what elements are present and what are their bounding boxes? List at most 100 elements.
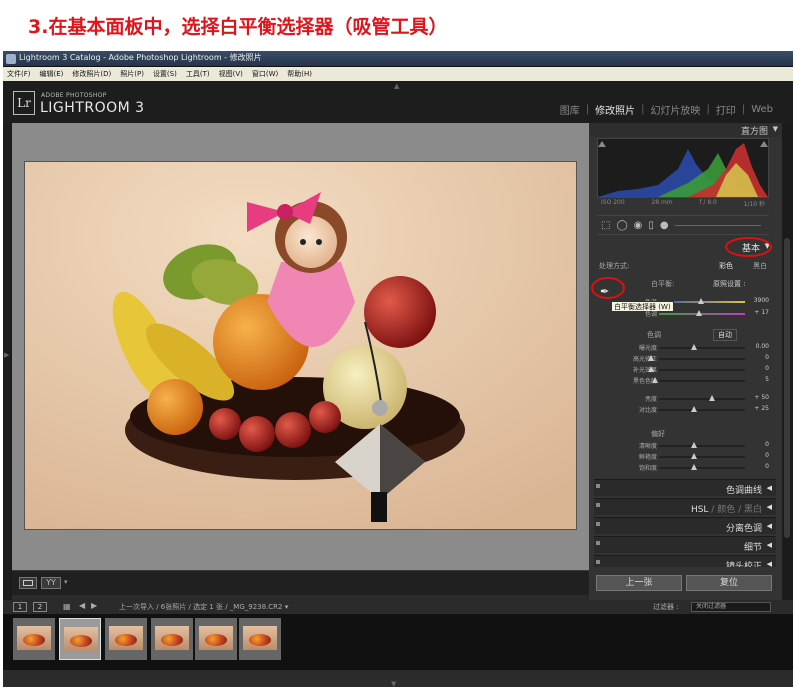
reset-button[interactable]: 复位 (686, 575, 772, 591)
brightness-knob[interactable] (709, 395, 715, 401)
fill-light-knob[interactable] (648, 366, 654, 372)
menu-develop[interactable]: 修改照片(D) (72, 69, 111, 79)
clarity-value[interactable]: 0 (765, 441, 769, 448)
blacks-value[interactable]: 5 (765, 376, 769, 383)
crop-icon[interactable]: ⬚ (601, 220, 610, 231)
recovery-value[interactable]: 0 (765, 354, 769, 361)
treatment-color-button[interactable]: 彩色 (719, 261, 733, 271)
grid-icon[interactable]: ▦ (63, 602, 71, 611)
graduated-filter-icon[interactable]: ▯ (648, 220, 654, 231)
clarity-track[interactable] (659, 445, 745, 447)
panel-scrollbar[interactable] (784, 238, 790, 538)
menu-settings[interactable]: 设置(S) (153, 69, 177, 79)
menu-view[interactable]: 视图(V) (219, 69, 243, 79)
left-panel-edge[interactable]: ▶ (3, 123, 12, 645)
blacks-knob[interactable] (652, 377, 658, 383)
filmstrip-thumbnail[interactable] (239, 618, 281, 660)
fill-light-value[interactable]: 0 (765, 365, 769, 372)
filter-select[interactable]: 关闭过滤器 (691, 602, 771, 612)
red-eye-icon[interactable]: ◉ (634, 220, 643, 231)
bw-tab[interactable]: 黑白 (744, 505, 762, 515)
wb-preset-select[interactable]: 原照设置 : (713, 279, 746, 289)
right-panel-edge[interactable] (782, 123, 793, 645)
vibrance-track[interactable] (659, 456, 745, 458)
tint-knob[interactable] (696, 310, 702, 316)
compare-view-button[interactable]: YY (41, 577, 61, 589)
tint-track[interactable] (659, 313, 745, 315)
filmstrip-source[interactable]: 上一次导入 / 6张照片 / 选定 1 张 / _MG_9238.CR2 ▾ (119, 602, 288, 612)
secondary-window-button[interactable]: 2 (33, 602, 47, 612)
filmstrip-thumbnail[interactable] (105, 618, 147, 660)
vibrance-value[interactable]: 0 (765, 452, 769, 459)
expand-left-icon[interactable]: ▶ (4, 351, 9, 359)
exposure-track[interactable] (659, 347, 745, 349)
contrast-knob[interactable] (691, 406, 697, 412)
expand-triangle-icon: ◀ (766, 484, 772, 492)
vibrance-knob[interactable] (691, 453, 697, 459)
temp-knob[interactable] (698, 298, 704, 304)
menu-file[interactable]: 文件(F) (7, 69, 31, 79)
clarity-knob[interactable] (691, 442, 697, 448)
module-print[interactable]: 打印 (716, 102, 736, 117)
fill-light-track[interactable] (659, 369, 745, 371)
brightness-value[interactable]: + 50 (754, 394, 769, 401)
filmstrip-thumbnail[interactable] (13, 618, 55, 660)
auto-tone-button[interactable]: 自动 (713, 329, 737, 341)
brightness-track[interactable] (659, 398, 745, 400)
histogram-header[interactable]: 直方图 ▼ (589, 123, 782, 137)
contrast-value[interactable]: + 25 (754, 405, 769, 412)
vibrance-slider-row: 鲜艳度 0 (599, 452, 771, 462)
panel-switch-icon[interactable] (596, 484, 600, 488)
module-slideshow[interactable]: 幻灯片放映 (650, 102, 700, 117)
exposure-value[interactable]: 0.00 (756, 343, 769, 350)
menu-tools[interactable]: 工具(T) (186, 69, 210, 79)
expand-triangle-icon: ◀ (766, 541, 772, 549)
menu-photo[interactable]: 照片(P) (120, 69, 144, 79)
blacks-track[interactable] (659, 380, 745, 382)
panel-split-toning[interactable]: 分离色调 ◀ (594, 517, 776, 534)
tint-value[interactable]: + 17 (754, 309, 769, 316)
photo-preview[interactable] (24, 161, 577, 530)
contrast-track[interactable] (659, 409, 745, 411)
menu-edit[interactable]: 编辑(E) (40, 69, 64, 79)
module-library[interactable]: 图库 (560, 102, 580, 117)
menu-help[interactable]: 帮助(H) (287, 69, 312, 79)
exposure-knob[interactable] (691, 344, 697, 350)
hsl-tab[interactable]: HSL (691, 505, 709, 515)
loupe-view-button[interactable] (19, 577, 37, 589)
saturation-knob[interactable] (691, 464, 697, 470)
thumbnail-image (243, 626, 277, 650)
panel-switch-icon[interactable] (596, 503, 600, 507)
recovery-track[interactable] (659, 358, 745, 360)
panel-lens-corrections[interactable]: 镜头校正 ◀ (594, 555, 776, 567)
filmstrip-thumbnail[interactable] (151, 618, 193, 660)
saturation-value[interactable]: 0 (765, 463, 769, 470)
menu-window[interactable]: 窗口(W) (252, 69, 278, 79)
adjustment-brush-icon[interactable]: ● (660, 220, 669, 231)
primary-window-button[interactable]: 1 (13, 602, 27, 612)
treatment-bw-button[interactable]: 黑白 (753, 261, 767, 271)
module-develop[interactable]: 修改照片 (595, 102, 635, 117)
arrow-left-icon[interactable]: ◀ (79, 601, 85, 610)
recovery-knob[interactable] (648, 355, 654, 361)
previous-button[interactable]: 上一张 (596, 575, 682, 591)
module-separator: | (585, 104, 590, 115)
arrow-right-icon[interactable]: ▶ (91, 601, 97, 610)
temp-value[interactable]: 3900 (754, 297, 769, 304)
module-web[interactable]: Web (751, 104, 773, 115)
tool-slider[interactable] (674, 224, 761, 226)
spot-removal-icon[interactable]: ◯ (616, 220, 627, 231)
chevron-down-icon[interactable]: ▾ (64, 578, 68, 586)
collapse-top-icon[interactable]: ▲ (394, 82, 399, 90)
saturation-track[interactable] (659, 467, 745, 469)
panel-switch-icon[interactable] (596, 522, 600, 526)
collapse-bottom-icon[interactable]: ▼ (391, 680, 396, 688)
color-tab[interactable]: 颜色 (717, 505, 735, 515)
panel-detail[interactable]: 细节 ◀ (594, 536, 776, 553)
filmstrip-thumbnail[interactable] (195, 618, 237, 660)
filmstrip-thumbnail-selected[interactable] (59, 618, 101, 660)
panel-tone-curve[interactable]: 色调曲线 ◀ (594, 479, 776, 496)
panel-switch-icon[interactable] (596, 541, 600, 545)
panel-hsl[interactable]: HSL / 颜色 / 黑白 ◀ (594, 498, 776, 515)
panel-switch-icon[interactable] (596, 560, 600, 564)
